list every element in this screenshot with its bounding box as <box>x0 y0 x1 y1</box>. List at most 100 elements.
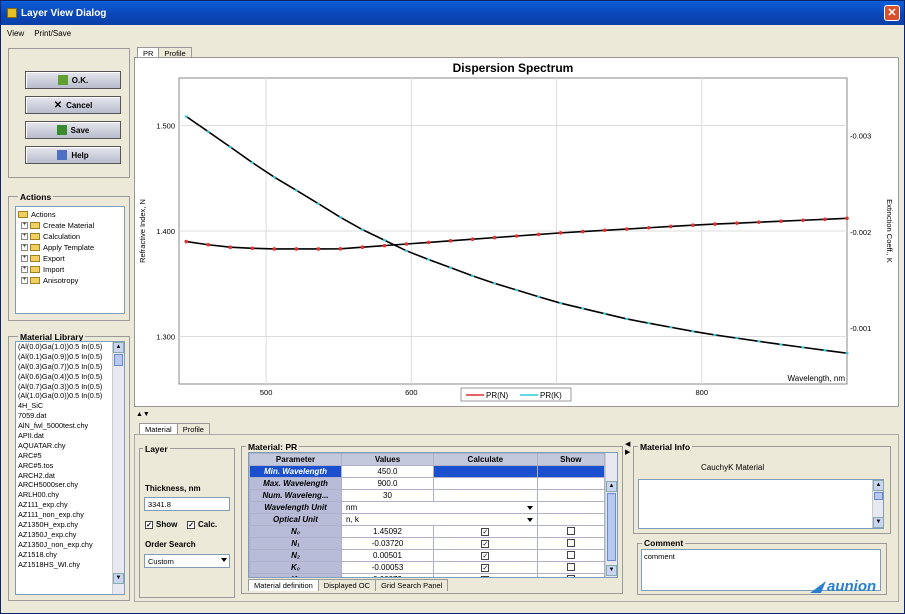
param-value-cell[interactable]: 30 <box>341 489 434 502</box>
check-icon[interactable]: ✓ <box>481 576 490 577</box>
show-cell[interactable] <box>536 465 606 478</box>
table-row[interactable]: N₀ 1.45092 ✓ <box>249 525 606 538</box>
menu-print-save[interactable]: Print/Save <box>34 29 71 38</box>
checkbox-icon[interactable] <box>566 574 575 577</box>
info-scrollbar[interactable]: ▲ ▼ <box>872 480 884 528</box>
library-item[interactable]: AZ1350J_exp.chy <box>16 530 112 540</box>
table-row[interactable]: K₁ 0.00079 ✓ <box>249 573 606 577</box>
tree-root[interactable]: Actions <box>18 209 122 220</box>
scroll-thumb[interactable] <box>874 492 883 500</box>
param-value-cell[interactable]: n, k <box>341 513 538 526</box>
scroll-up-icon[interactable]: ▲ <box>113 342 124 353</box>
library-item[interactable]: AZ111_exp.chy <box>16 500 112 510</box>
table-row[interactable]: N₂ 0.00501 ✓ <box>249 549 606 562</box>
table-row[interactable]: Num. Waveleng... 30 <box>249 489 606 502</box>
show-cell[interactable] <box>536 501 606 514</box>
library-item[interactable]: AQUATAR.chy <box>16 441 112 451</box>
ok-button[interactable]: O.K. <box>25 71 121 89</box>
scroll-up-icon[interactable]: ▲ <box>606 481 617 492</box>
library-item[interactable]: AZ1350H_exp.chy <box>16 520 112 530</box>
save-button[interactable]: Save <box>25 121 121 139</box>
calculate-cell[interactable]: ✓ <box>433 525 538 538</box>
show-checkbox[interactable]: ✓ Show <box>145 520 183 529</box>
cancel-button[interactable]: ✕ Cancel <box>25 96 121 114</box>
library-item[interactable]: (Al(0.3)Ga(0.7))0.5 In(0.5) <box>16 362 112 372</box>
library-item[interactable]: AZ111_non_exp.chy <box>16 510 112 520</box>
splitter-handle[interactable]: ▲▼ <box>136 411 150 418</box>
scroll-thumb[interactable] <box>114 354 123 366</box>
library-item[interactable]: APII.dat <box>16 431 112 441</box>
tree-item-anisotropy[interactable]: + Anisotropy <box>18 275 122 286</box>
checkbox-icon[interactable] <box>566 538 575 547</box>
show-cell[interactable] <box>536 561 606 574</box>
show-cell[interactable] <box>536 513 606 526</box>
checkbox-icon[interactable] <box>566 562 575 571</box>
library-item[interactable]: AZ1350J_non_exp.chy <box>16 540 112 550</box>
table-row[interactable]: Optical Unit n, k <box>249 513 606 526</box>
check-icon[interactable]: ✓ <box>481 564 490 572</box>
material-library-list[interactable]: (Al(0.0)Ga(1.0))0.5 In(0.5) (Al(0.1)Ga(0.… <box>15 341 125 595</box>
library-item[interactable]: 7059.dat <box>16 411 112 421</box>
check-icon[interactable]: ✓ <box>481 528 490 536</box>
tab-grid-search-panel[interactable]: Grid Search Panel <box>375 579 449 591</box>
calculate-cell[interactable]: ✓ <box>433 561 538 574</box>
table-row[interactable]: K₀ -0.00053 ✓ <box>249 561 606 574</box>
checkbox-icon[interactable] <box>566 550 575 559</box>
tab-material-definition[interactable]: Material definition <box>248 579 319 591</box>
calculate-cell[interactable]: ✓ <box>433 573 538 577</box>
calculate-cell[interactable]: ✓ <box>433 537 538 550</box>
param-value-cell[interactable]: 0.00079 <box>341 573 434 577</box>
library-item[interactable]: ARCH5000ser.chy <box>16 480 112 490</box>
checkbox-icon[interactable] <box>566 526 575 535</box>
library-item[interactable]: ARC#5 <box>16 451 112 461</box>
library-item[interactable]: AlN_fwl_5000test.chy <box>16 421 112 431</box>
show-cell[interactable] <box>536 573 606 577</box>
library-item[interactable]: ARCH2.dat <box>16 471 112 481</box>
library-item[interactable]: (Al(0.1)Ga(0.9))0.5 In(0.5) <box>16 352 112 362</box>
menu-view[interactable]: View <box>7 29 24 38</box>
tree-item-create-material[interactable]: + Create Material <box>18 220 122 231</box>
table-row[interactable]: Min. Wavelength 450.0 <box>249 465 606 478</box>
table-row[interactable]: Max. Wavelength 900.0 <box>249 477 606 490</box>
close-button[interactable]: ✕ <box>884 5 900 21</box>
param-value-cell[interactable]: -0.00053 <box>341 561 434 574</box>
param-value-cell[interactable]: -0.03720 <box>341 537 434 550</box>
check-icon[interactable]: ✓ <box>481 540 490 548</box>
library-item[interactable]: (Al(0.7)Ga(0.3))0.5 In(0.5) <box>16 382 112 392</box>
show-cell[interactable] <box>536 477 606 490</box>
check-icon[interactable]: ✓ <box>481 552 490 560</box>
tree-item-export[interactable]: + Export <box>18 253 122 264</box>
show-cell[interactable] <box>536 525 606 538</box>
collapse-arrows[interactable]: ◀ ▶ <box>625 441 630 457</box>
library-scrollbar[interactable]: ▲ ▼ <box>112 342 124 594</box>
show-cell[interactable] <box>536 489 606 502</box>
scroll-up-icon[interactable]: ▲ <box>873 480 884 491</box>
library-item[interactable]: (Al(1.0)Ga(0.0))0.5 In(0.5) <box>16 391 112 401</box>
calculate-cell[interactable] <box>433 465 538 478</box>
material-info-text[interactable]: ▲ ▼ <box>638 479 884 529</box>
param-value-cell[interactable]: nm <box>341 501 538 514</box>
library-item[interactable]: ARC#5.tos <box>16 461 112 471</box>
library-item[interactable]: AZ1518.chy <box>16 550 112 560</box>
library-item[interactable]: (Al(0.0)Ga(1.0))0.5 In(0.5) <box>16 342 112 352</box>
table-scrollbar[interactable]: ▲ ▼ <box>605 453 617 577</box>
library-item[interactable]: (Al(0.6)Ga(0.4))0.5 In(0.5) <box>16 372 112 382</box>
scroll-thumb[interactable] <box>607 493 616 561</box>
scroll-down-icon[interactable]: ▼ <box>606 565 617 576</box>
param-value-cell[interactable]: 450.0 <box>341 465 434 478</box>
tree-item-calculation[interactable]: + Calculation <box>18 231 122 242</box>
table-row[interactable]: N₁ -0.03720 ✓ <box>249 537 606 550</box>
param-value-cell[interactable]: 1.45092 <box>341 525 434 538</box>
tree-item-apply-template[interactable]: + Apply Template <box>18 242 122 253</box>
param-value-cell[interactable]: 0.00501 <box>341 549 434 562</box>
calculate-cell[interactable] <box>433 489 538 502</box>
library-item[interactable]: 4H_SiC <box>16 401 112 411</box>
help-button[interactable]: Help <box>25 146 121 164</box>
calculate-cell[interactable] <box>433 477 538 490</box>
calculate-cell[interactable]: ✓ <box>433 549 538 562</box>
library-item[interactable]: AZ1518HS_WI.chy <box>16 560 112 570</box>
thickness-input[interactable]: 3341.8 <box>144 497 230 511</box>
scroll-down-icon[interactable]: ▼ <box>873 517 884 528</box>
calc-checkbox[interactable]: ✓ Calc. <box>187 520 217 529</box>
scroll-down-icon[interactable]: ▼ <box>113 573 124 584</box>
